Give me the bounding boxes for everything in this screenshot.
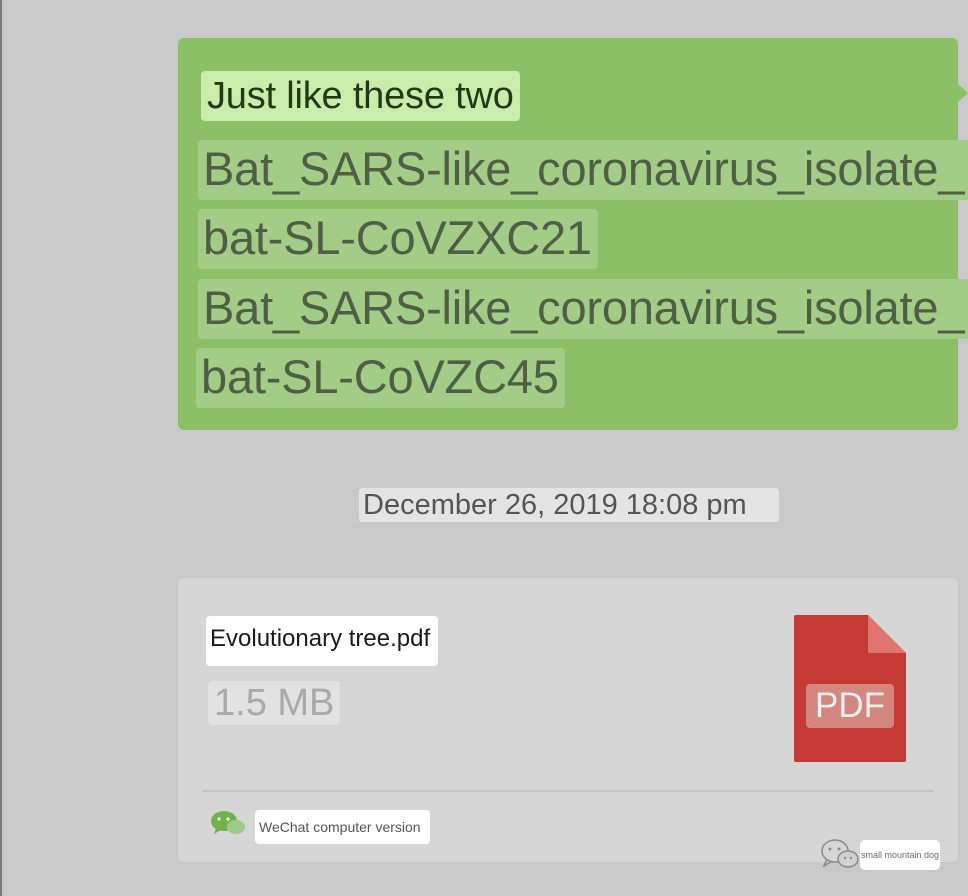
- bubble-tail: [958, 84, 968, 102]
- watermark-label: small mountain dog: [860, 840, 940, 870]
- sent-message-bubble[interactable]: Just like these two Bat_SARS-like_corona…: [178, 38, 968, 430]
- file-message-card[interactable]: Evolutionary tree.pdf 1.5 MB PDF WeChat …: [178, 578, 958, 862]
- message-line-4: Bat_SARS-like_coronavirus_isolate_: [198, 279, 968, 339]
- source-label: WeChat computer version: [255, 810, 430, 844]
- file-size: 1.5 MB: [208, 681, 341, 725]
- pdf-type-label: PDF: [806, 684, 894, 728]
- file-name: Evolutionary tree.pdf: [206, 616, 439, 666]
- wechat-icon: [211, 811, 245, 834]
- message-timestamp: December 26, 2019 18:08 pm: [359, 488, 779, 522]
- message-line-1: Just like these two: [201, 71, 520, 121]
- wechat-logo-icon: [821, 839, 859, 868]
- card-divider: [202, 790, 934, 792]
- message-line-3: bat-SL-CoVZXC21: [198, 209, 598, 269]
- window-left-edge: [0, 0, 2, 896]
- message-line-5: bat-SL-CoVZC45: [196, 348, 565, 408]
- message-line-2: Bat_SARS-like_coronavirus_isolate_: [198, 140, 968, 200]
